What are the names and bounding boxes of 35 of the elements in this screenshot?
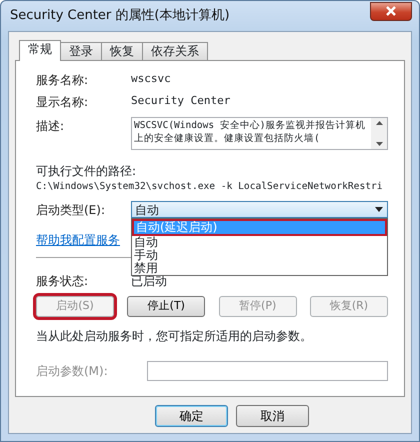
description-text: WSCSVC(Windows 安全中心)服务监视并报告计算机上的安全健康设置。健康设置包括防火墙(: [133, 119, 367, 146]
description-box[interactable]: WSCSVC(Windows 安全中心)服务监视并报告计算机上的安全健康设置。健康设置包括防火墙(: [131, 117, 388, 150]
field-label: 启动类型(E):: [36, 202, 106, 219]
field-label: 显示名称:: [36, 94, 90, 111]
help-link[interactable]: 帮助我配置服务: [36, 233, 120, 247]
field-label: 描述:: [36, 118, 66, 135]
field-value: 已启动: [131, 274, 167, 290]
field-label: 服务状态:: [36, 273, 90, 290]
start-parameters-field[interactable]: [147, 361, 388, 381]
dropdown-option[interactable]: 自动: [132, 236, 387, 249]
dropdown-option[interactable]: 禁用: [132, 262, 387, 275]
dialog-button[interactable]: 取消: [236, 405, 309, 427]
caret-icon[interactable]: [375, 207, 383, 212]
field-label: 启动参数(M):: [36, 363, 109, 380]
scroll-up-icon[interactable]: [376, 121, 382, 125]
field-value: wscsvc: [131, 71, 171, 87]
dialog-button[interactable]: 确定: [155, 405, 228, 427]
field-label: 可执行文件的路径:: [36, 163, 138, 180]
close-icon[interactable]: [385, 6, 397, 16]
window-title: Security Center 的属性(本地计算机): [9, 7, 230, 26]
field-label: 服务名称:: [36, 72, 90, 89]
close-button[interactable]: [370, 2, 412, 20]
field-value: Security Center: [131, 93, 230, 109]
hint-text: 当从此处启动服务时，您可指定所适用的启动参数。: [36, 328, 313, 345]
dropdown-option[interactable]: 手动: [132, 249, 387, 262]
path-value: C:\Windows\System32\svchost.exe -k LocalServiceNetworkRestri: [36, 180, 384, 193]
service-button[interactable]: 停止(T): [127, 296, 206, 317]
scrollbar[interactable]: [371, 118, 387, 149]
startup-type-dropdown[interactable]: 自动: [131, 201, 388, 218]
tab[interactable]: 登录: [60, 42, 102, 60]
tab[interactable]: 恢复: [101, 42, 143, 60]
dropdown-value: 自动: [135, 202, 159, 218]
scroll-down-icon[interactable]: [376, 142, 382, 146]
tab[interactable]: 依存关系: [142, 42, 208, 60]
tab[interactable]: 常规: [19, 40, 61, 61]
